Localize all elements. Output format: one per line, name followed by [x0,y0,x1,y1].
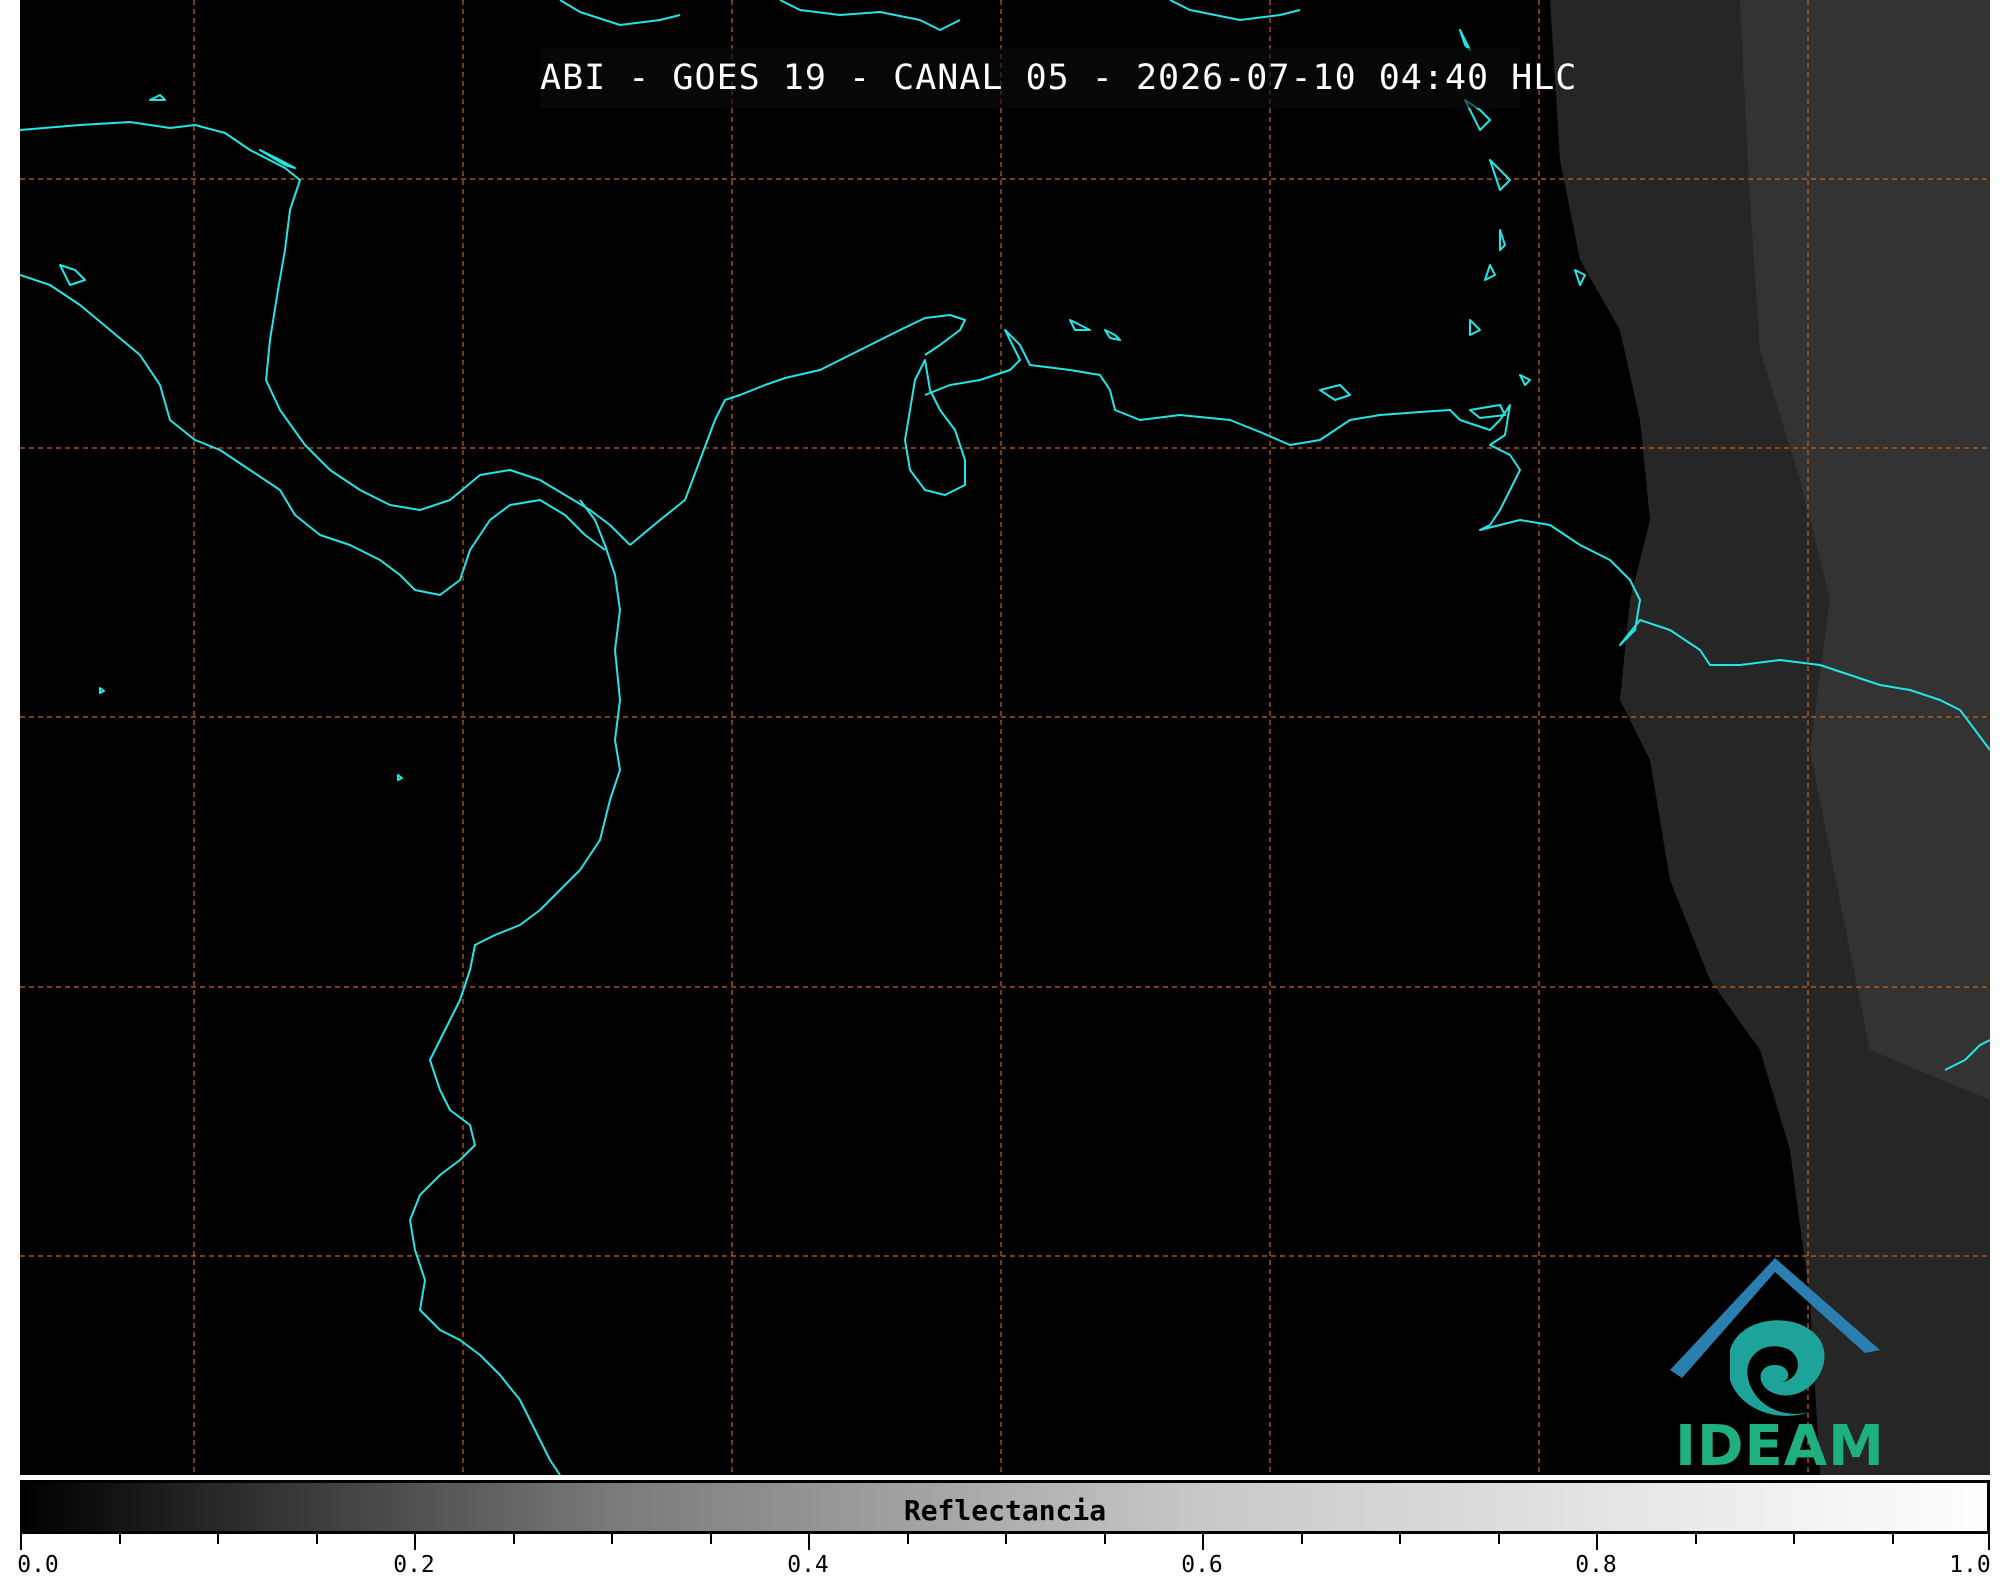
colorbar-minor-tick [1399,1534,1401,1544]
colorbar-major-tick [1596,1534,1598,1550]
colorbar-minor-tick [1694,1534,1697,1544]
map-title: ABI - GOES 19 - CANAL 05 - 2026-07-10 04… [540,48,1576,108]
colorbar: Reflectancia [20,1480,1990,1534]
colorbar-tick-label: 0.8 [1575,1552,1617,1578]
colorbar-tick-label: 0.6 [1181,1552,1223,1578]
ideam-logo-text: IDEAM [1675,1414,1885,1479]
colorbar-major-tick [808,1534,810,1550]
colorbar-major-tick [20,1534,22,1550]
colorbar-tick-label: 1.0 [1949,1552,1991,1578]
colorbar-major-tick [1202,1534,1204,1550]
colorbar-label: Reflectancia [903,1494,1107,1527]
colorbar-ticks: 0.0 0.2 0.4 0.6 0.8 1.0 [17,1534,1991,1578]
colorbar-minor-tick [709,1534,712,1544]
colorbar-tick-label: 0.2 [393,1552,435,1578]
colorbar-minor-tick [1300,1534,1303,1544]
colorbar-minor-tick [906,1534,909,1544]
colorbar-minor-tick [512,1534,515,1544]
colorbar-tick-label: 0.4 [787,1552,829,1578]
colorbar-minor-tick [118,1534,121,1544]
colorbar-minor-tick [611,1534,613,1544]
colorbar-minor-tick [1497,1534,1500,1544]
colorbar-minor-tick [1793,1534,1795,1544]
colorbar-major-tick [1988,1534,1990,1550]
colorbar-minor-tick [315,1534,318,1544]
colorbar-minor-tick [1891,1534,1894,1544]
colorbar-minor-tick [217,1534,219,1544]
colorbar-minor-tick [1005,1534,1007,1544]
colorbar-minor-tick [1103,1534,1106,1544]
colorbar-major-tick [414,1534,416,1550]
colorbar-tick-label: 0.0 [17,1552,59,1578]
